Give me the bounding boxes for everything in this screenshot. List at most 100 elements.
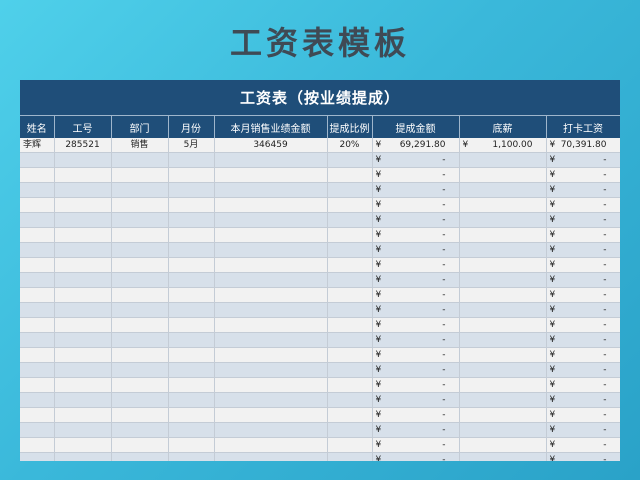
dept-cell[interactable] <box>111 182 169 198</box>
money-cell[interactable]: ¥ - <box>372 347 460 363</box>
name-cell[interactable] <box>20 212 55 228</box>
sales-cell[interactable] <box>214 317 328 333</box>
money-cell[interactable]: ¥ - <box>546 392 620 408</box>
dept-cell[interactable] <box>111 197 169 213</box>
money-cell[interactable] <box>459 272 547 288</box>
month-cell[interactable] <box>168 377 215 393</box>
name-cell[interactable] <box>20 287 55 303</box>
money-cell[interactable]: ¥ - <box>372 287 460 303</box>
money-cell[interactable]: ¥ - <box>372 437 460 453</box>
money-cell[interactable] <box>459 392 547 408</box>
id-cell[interactable] <box>54 257 112 273</box>
money-cell[interactable] <box>459 452 547 461</box>
month-cell[interactable]: 5月 <box>168 138 215 153</box>
money-cell[interactable] <box>459 317 547 333</box>
sales-cell[interactable] <box>214 422 328 438</box>
rate-cell[interactable] <box>327 197 373 213</box>
rate-cell[interactable] <box>327 452 373 461</box>
money-cell[interactable]: ¥1,100.00 <box>459 138 547 153</box>
money-cell[interactable]: ¥ - <box>546 437 620 453</box>
id-cell[interactable] <box>54 422 112 438</box>
money-cell[interactable]: ¥ - <box>546 377 620 393</box>
name-cell[interactable] <box>20 377 55 393</box>
name-cell[interactable] <box>20 452 55 461</box>
id-cell[interactable] <box>54 197 112 213</box>
dept-cell[interactable] <box>111 422 169 438</box>
name-cell[interactable] <box>20 347 55 363</box>
money-cell[interactable]: ¥ - <box>546 257 620 273</box>
money-cell[interactable]: ¥ - <box>372 302 460 318</box>
rate-cell[interactable] <box>327 302 373 318</box>
name-cell[interactable] <box>20 422 55 438</box>
month-cell[interactable] <box>168 317 215 333</box>
id-cell[interactable] <box>54 392 112 408</box>
money-cell[interactable]: ¥ - <box>546 407 620 423</box>
column-header[interactable]: 提成金额 <box>372 115 460 138</box>
money-cell[interactable]: ¥ - <box>546 212 620 228</box>
dept-cell[interactable] <box>111 167 169 183</box>
column-header[interactable]: 月份 <box>168 115 215 138</box>
money-cell[interactable]: ¥ - <box>546 227 620 243</box>
sales-cell[interactable] <box>214 452 328 461</box>
month-cell[interactable] <box>168 212 215 228</box>
month-cell[interactable] <box>168 392 215 408</box>
dept-cell[interactable] <box>111 332 169 348</box>
sales-cell[interactable] <box>214 362 328 378</box>
month-cell[interactable] <box>168 182 215 198</box>
rate-cell[interactable] <box>327 332 373 348</box>
month-cell[interactable] <box>168 257 215 273</box>
rate-cell[interactable] <box>327 392 373 408</box>
money-cell[interactable] <box>459 167 547 183</box>
id-cell[interactable] <box>54 452 112 461</box>
money-cell[interactable]: ¥ - <box>372 272 460 288</box>
id-cell[interactable] <box>54 302 112 318</box>
column-header[interactable]: 打卡工资 <box>546 115 620 138</box>
sales-cell[interactable] <box>214 377 328 393</box>
money-cell[interactable]: ¥ - <box>372 362 460 378</box>
money-cell[interactable] <box>459 362 547 378</box>
money-cell[interactable]: ¥70,391.80 <box>546 138 620 153</box>
money-cell[interactable]: ¥ - <box>372 197 460 213</box>
sales-cell[interactable] <box>214 332 328 348</box>
sales-cell[interactable] <box>214 212 328 228</box>
name-cell[interactable] <box>20 152 55 168</box>
money-cell[interactable] <box>459 302 547 318</box>
money-cell[interactable]: ¥ - <box>546 272 620 288</box>
sales-cell[interactable] <box>214 407 328 423</box>
rate-cell[interactable] <box>327 227 373 243</box>
dept-cell[interactable] <box>111 362 169 378</box>
rate-cell[interactable] <box>327 167 373 183</box>
dept-cell[interactable] <box>111 392 169 408</box>
column-header[interactable]: 提成比例 <box>327 115 373 138</box>
name-cell[interactable] <box>20 242 55 258</box>
dept-cell[interactable] <box>111 272 169 288</box>
id-cell[interactable] <box>54 377 112 393</box>
sales-cell[interactable] <box>214 347 328 363</box>
month-cell[interactable] <box>168 302 215 318</box>
id-cell[interactable] <box>54 227 112 243</box>
column-header[interactable]: 姓名 <box>20 115 55 138</box>
rate-cell[interactable] <box>327 377 373 393</box>
name-cell[interactable] <box>20 227 55 243</box>
dept-cell[interactable] <box>111 242 169 258</box>
dept-cell[interactable] <box>111 347 169 363</box>
month-cell[interactable] <box>168 452 215 461</box>
rate-cell[interactable] <box>327 317 373 333</box>
name-cell[interactable] <box>20 272 55 288</box>
money-cell[interactable]: ¥ - <box>372 407 460 423</box>
id-cell[interactable] <box>54 182 112 198</box>
column-header[interactable]: 工号 <box>54 115 112 138</box>
money-cell[interactable] <box>459 287 547 303</box>
id-cell[interactable] <box>54 212 112 228</box>
id-cell[interactable] <box>54 152 112 168</box>
money-cell[interactable] <box>459 407 547 423</box>
money-cell[interactable]: ¥ - <box>372 152 460 168</box>
rate-cell[interactable] <box>327 347 373 363</box>
column-header[interactable]: 部门 <box>111 115 169 138</box>
month-cell[interactable] <box>168 287 215 303</box>
money-cell[interactable]: ¥ - <box>546 422 620 438</box>
money-cell[interactable]: ¥ - <box>546 167 620 183</box>
sales-cell[interactable] <box>214 392 328 408</box>
money-cell[interactable]: ¥ - <box>372 452 460 461</box>
sales-cell[interactable] <box>214 197 328 213</box>
